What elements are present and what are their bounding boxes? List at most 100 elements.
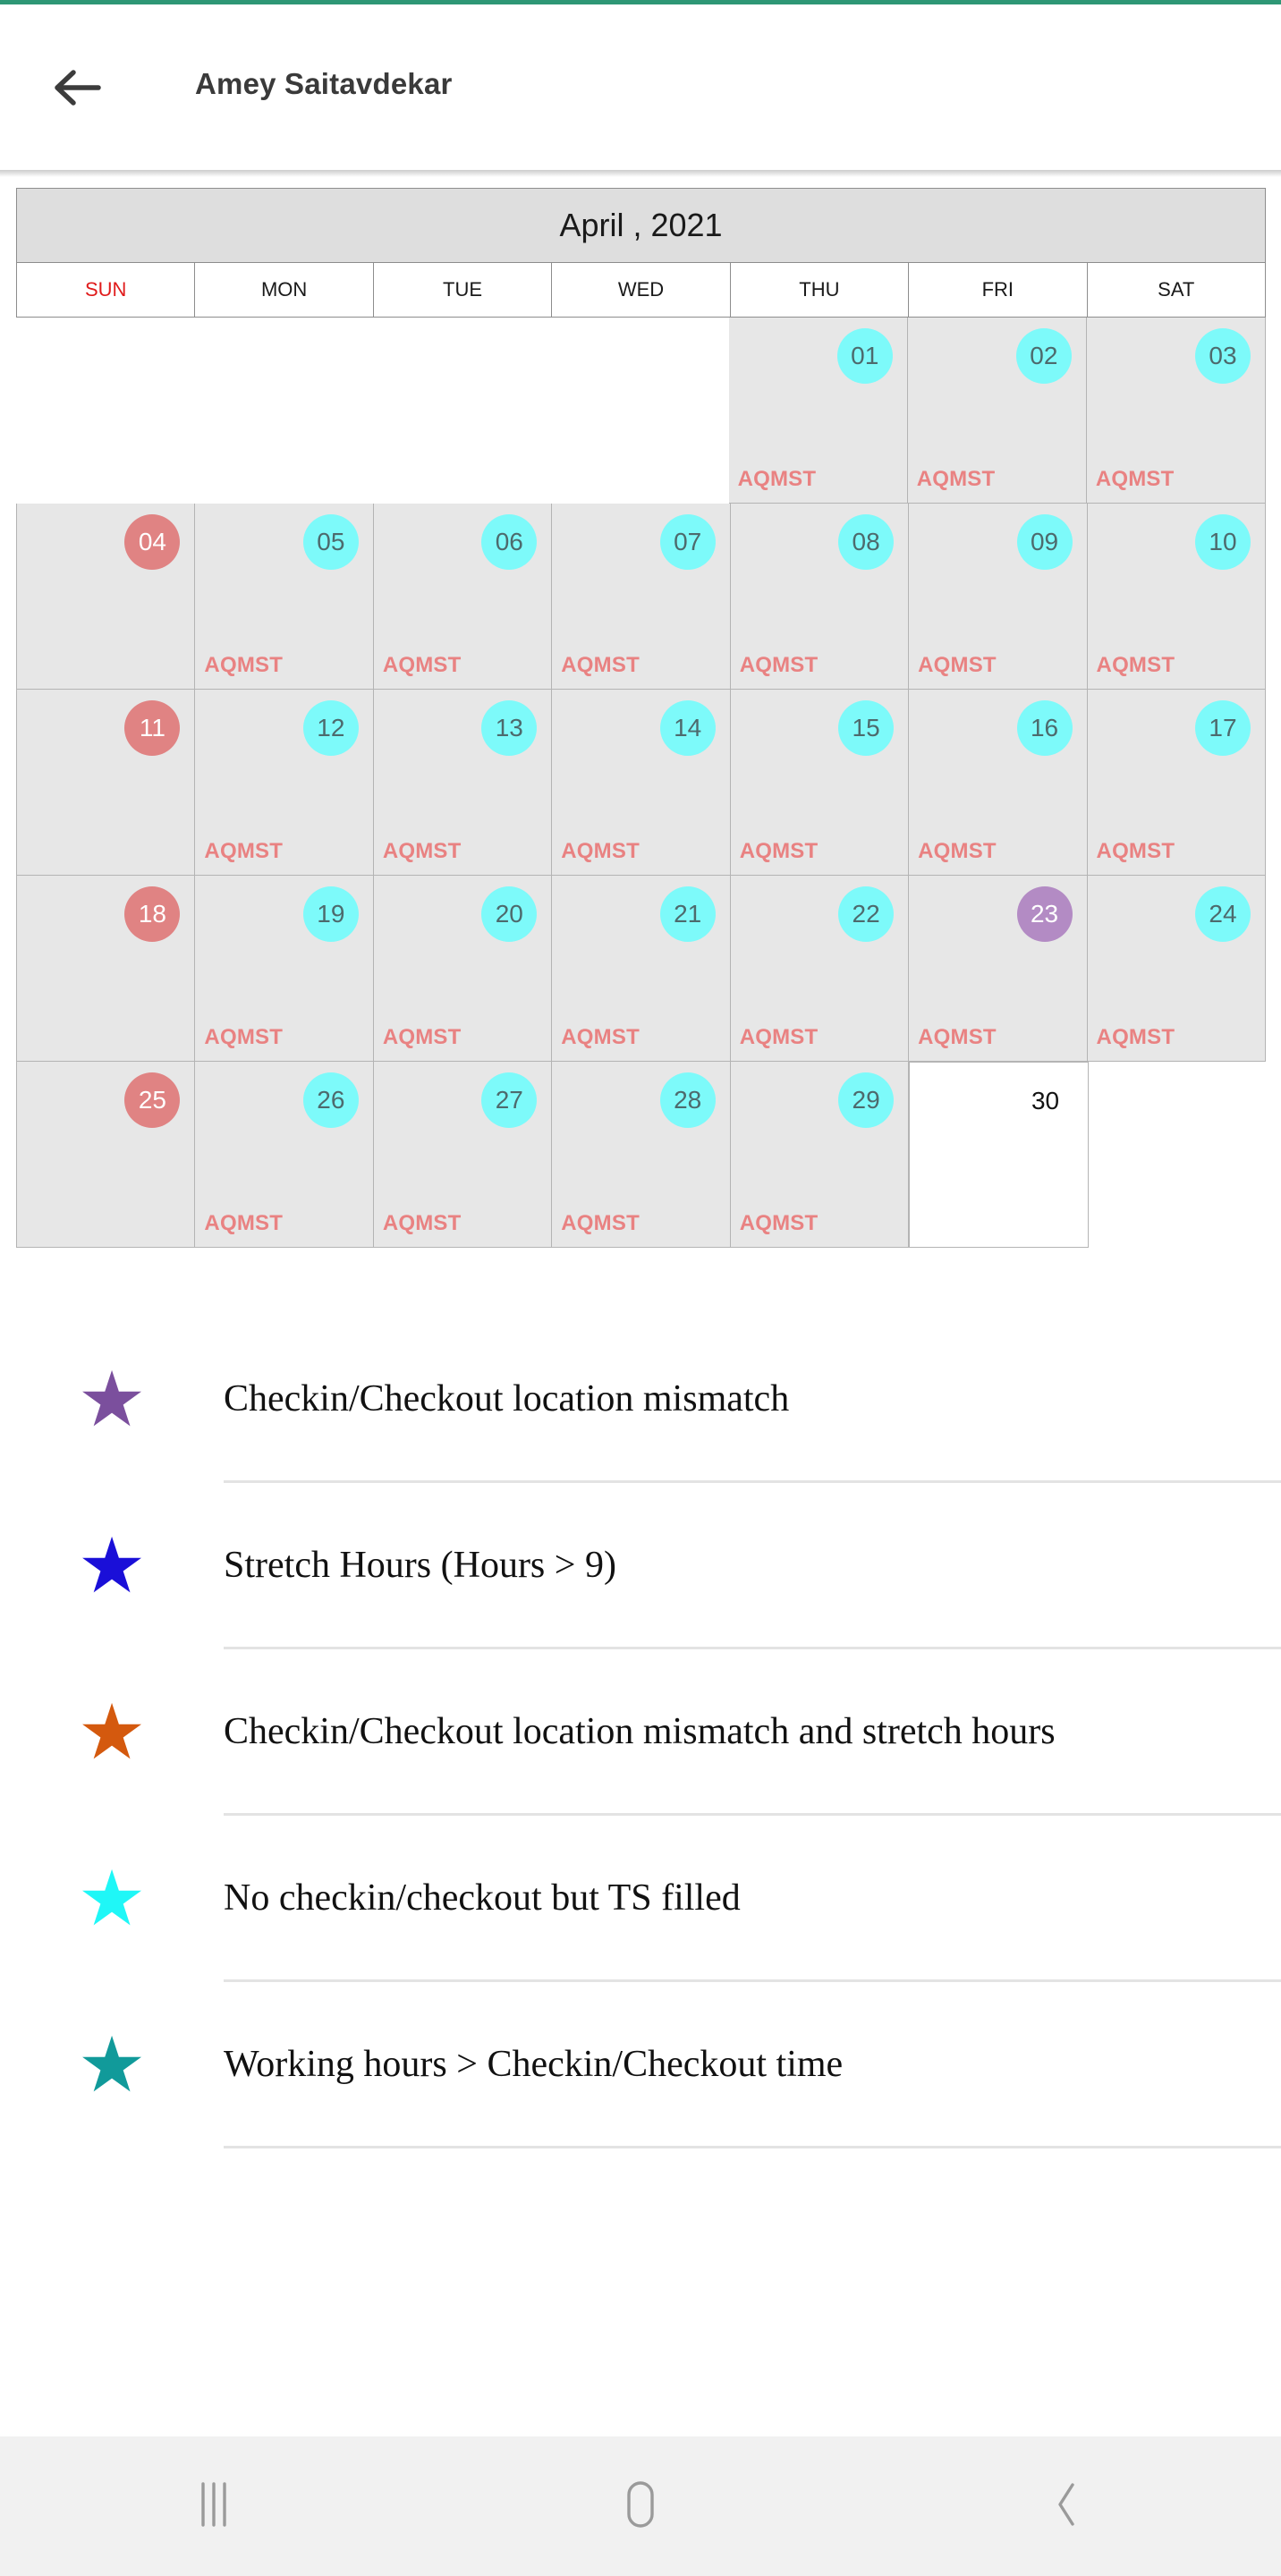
- calendar-cell-day[interactable]: 08 AQMST: [730, 504, 910, 690]
- calendar-day-number: 20: [481, 886, 538, 942]
- star-icon: ★: [77, 1357, 147, 1443]
- recents-icon: [196, 2480, 232, 2533]
- calendar-day-number: 09: [1016, 514, 1073, 570]
- calendar-week-row: 01 AQMST 02 AQMST 03 AQMST: [16, 318, 1266, 504]
- calendar-cell-tag: AQMST: [739, 653, 819, 677]
- calendar-day-number: 18: [124, 886, 181, 942]
- calendar-cell-tag: AQMST: [204, 1211, 284, 1235]
- calendar-cell-tag: AQMST: [561, 839, 640, 863]
- calendar-grid: 01 AQMST 02 AQMST 03 AQMST 04 05 AQMST 06 AQMST 07 A…: [16, 318, 1266, 1248]
- nav-back-button[interactable]: [854, 2436, 1281, 2576]
- calendar-day-number: 16: [1016, 700, 1073, 756]
- calendar-cell-day[interactable]: 11: [16, 690, 196, 876]
- nav-recents-button[interactable]: [0, 2436, 427, 2576]
- calendar-day-number: 07: [659, 514, 716, 570]
- calendar-week-row: 04 05 AQMST 06 AQMST 07 AQMST 08 AQMST 09 AQMST 10 A…: [16, 504, 1266, 690]
- legend-item-label: Checkin/Checkout location mismatch and s…: [224, 1711, 1056, 1753]
- calendar-cell-day[interactable]: 03 AQMST: [1086, 318, 1266, 504]
- page-title: Amey Saitavdekar: [195, 67, 453, 100]
- calendar-cell-day[interactable]: 12 AQMST: [195, 690, 374, 876]
- legend: ★ Checkin/Checkout location mismatch ★ Stre…: [0, 1317, 1281, 2148]
- legend-divider: [224, 2146, 1281, 2148]
- calendar-cell-tag: AQMST: [382, 1211, 462, 1235]
- calendar-day-number: 21: [659, 886, 716, 942]
- calendar-cell-day[interactable]: 05 AQMST: [195, 504, 374, 690]
- calendar-day-number: 04: [124, 514, 181, 570]
- calendar-cell-empty: [194, 318, 373, 504]
- calendar-day-number: 11: [124, 700, 181, 756]
- calendar-cell-day[interactable]: 10 AQMST: [1087, 504, 1266, 690]
- legend-item[interactable]: ★ Working hours > Checkin/Checkout time: [0, 1982, 1281, 2148]
- calendar-day-number: 29: [838, 1072, 895, 1128]
- android-nav-bar: [0, 2436, 1281, 2576]
- calendar-cell-day[interactable]: 27 AQMST: [373, 1062, 553, 1248]
- calendar-cell-tag: AQMST: [737, 467, 817, 491]
- legend-item[interactable]: ★ No checkin/checkout but TS filled: [0, 1816, 1281, 1982]
- calendar-cell-day[interactable]: 17 AQMST: [1087, 690, 1266, 876]
- calendar-dow-sat: SAT: [1158, 278, 1195, 301]
- home-icon: [620, 2479, 661, 2534]
- calendar-cell-day[interactable]: 30: [909, 1062, 1089, 1248]
- calendar-cell-tag: AQMST: [918, 653, 997, 677]
- calendar-cell-day[interactable]: 01 AQMST: [728, 318, 908, 504]
- legend-item-label: Working hours > Checkin/Checkout time: [224, 2044, 844, 2086]
- calendar-dow-thu: THU: [731, 263, 910, 317]
- calendar-cell-day[interactable]: 09 AQMST: [909, 504, 1088, 690]
- calendar-day-number: 23: [1016, 886, 1073, 942]
- calendar-cell-day[interactable]: 22 AQMST: [730, 876, 910, 1062]
- calendar-cell-day[interactable]: 26 AQMST: [195, 1062, 374, 1248]
- calendar-cell-day[interactable]: 15 AQMST: [730, 690, 910, 876]
- calendar-cell-day[interactable]: 23 AQMST: [909, 876, 1088, 1062]
- legend-item[interactable]: ★ Stretch Hours (Hours > 9): [0, 1483, 1281, 1649]
- calendar-cell-day[interactable]: 13 AQMST: [373, 690, 553, 876]
- calendar-month-label[interactable]: April , 2021: [16, 188, 1266, 263]
- calendar-cell-tag: AQMST: [918, 839, 997, 863]
- legend-item[interactable]: ★ Checkin/Checkout location mismatch: [0, 1317, 1281, 1483]
- calendar-cell-day[interactable]: 21 AQMST: [552, 876, 731, 1062]
- legend-item-label: Stretch Hours (Hours > 9): [224, 1545, 616, 1587]
- legend-item[interactable]: ★ Checkin/Checkout location mismatch and …: [0, 1649, 1281, 1816]
- calendar-cell-day[interactable]: 06 AQMST: [373, 504, 553, 690]
- back-button[interactable]: [47, 60, 107, 115]
- arrow-left-icon: [52, 67, 102, 108]
- calendar-day-number: 01: [836, 328, 893, 384]
- calendar-day-number: 26: [302, 1072, 359, 1128]
- calendar-day-number: 10: [1194, 514, 1251, 570]
- calendar-cell-day[interactable]: 19 AQMST: [195, 876, 374, 1062]
- star-icon: ★: [77, 1690, 147, 1775]
- calendar-cell-day[interactable]: 16 AQMST: [909, 690, 1088, 876]
- calendar-cell-day[interactable]: 18: [16, 876, 196, 1062]
- calendar-day-number: 15: [838, 700, 895, 756]
- calendar-day-number: 13: [481, 700, 538, 756]
- calendar-cell-day[interactable]: 28 AQMST: [552, 1062, 731, 1248]
- nav-home-button[interactable]: [427, 2436, 853, 2576]
- calendar-week-row: 11 12 AQMST 13 AQMST 14 AQMST 15 AQMST 16 AQMST 17 A…: [16, 690, 1266, 876]
- calendar-dow-mon: MON: [195, 263, 374, 317]
- calendar-day-headers: SUN MON TUE WED THU FRI SAT: [16, 263, 1266, 318]
- calendar-cell-day[interactable]: 14 AQMST: [552, 690, 731, 876]
- calendar-cell-day[interactable]: 02 AQMST: [907, 318, 1087, 504]
- calendar-day-number: 19: [302, 886, 359, 942]
- calendar-cell-tag: AQMST: [382, 653, 462, 677]
- calendar-dow-tue: TUE: [374, 263, 553, 317]
- calendar-day-number: 14: [659, 700, 716, 756]
- calendar-cell-tag: AQMST: [739, 839, 819, 863]
- calendar-day-number: 30: [1031, 1087, 1060, 1114]
- calendar: April , 2021 SUN MON TUE WED THU FRI SAT 01 AQM…: [16, 188, 1266, 1248]
- star-icon: ★: [77, 2022, 147, 2108]
- calendar-dow-sun: SUN: [17, 263, 196, 317]
- calendar-day-number: 25: [124, 1072, 181, 1128]
- calendar-week-row: 18 19 AQMST 20 AQMST 21 AQMST 22 AQMST 23 AQMST 24 A…: [16, 876, 1266, 1062]
- calendar-cell-tag: AQMST: [561, 1025, 640, 1049]
- app-bar-shadow: [0, 170, 1281, 177]
- calendar-cell-day[interactable]: 29 AQMST: [730, 1062, 910, 1248]
- calendar-cell-empty: [16, 318, 195, 504]
- calendar-cell-day[interactable]: 04: [16, 504, 196, 690]
- calendar-cell-tag: AQMST: [916, 467, 996, 491]
- calendar-cell-day[interactable]: 24 AQMST: [1087, 876, 1266, 1062]
- calendar-cell-empty: [550, 318, 729, 504]
- calendar-cell-day[interactable]: 07 AQMST: [552, 504, 731, 690]
- calendar-cell-day[interactable]: 20 AQMST: [373, 876, 553, 1062]
- calendar-cell-tag: AQMST: [382, 839, 462, 863]
- calendar-cell-day[interactable]: 25: [16, 1062, 196, 1248]
